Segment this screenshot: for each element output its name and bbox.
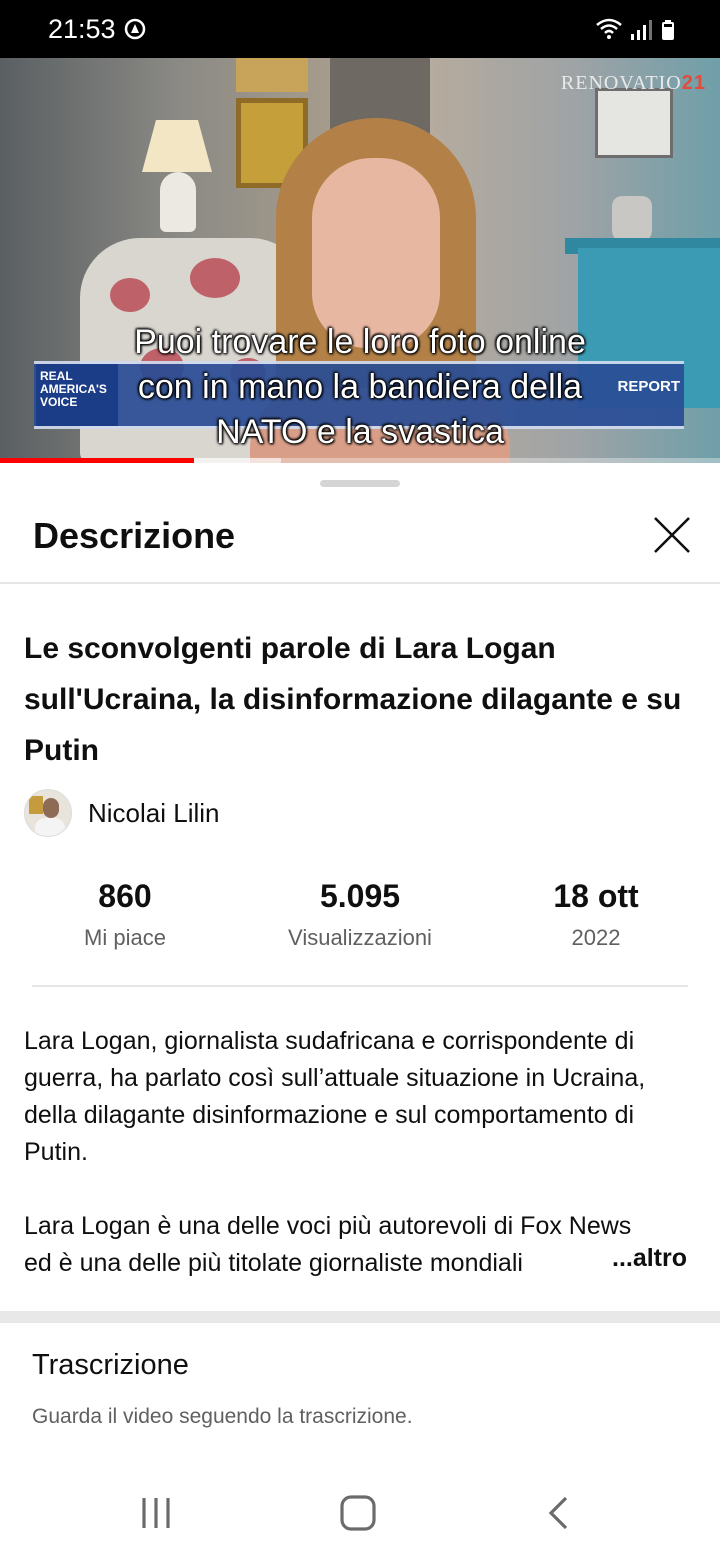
close-icon[interactable]	[646, 509, 698, 561]
stat-label: 2022	[571, 925, 621, 950]
signal-icon	[631, 20, 652, 40]
drag-handle[interactable]	[320, 480, 400, 487]
stat-value: 18 ott	[553, 878, 639, 914]
app-notification-icon	[124, 18, 146, 40]
video-lamp-shade	[142, 120, 212, 172]
status-time: 21:53	[48, 14, 116, 44]
show-more-link[interactable]: ...altro	[608, 1244, 688, 1273]
stats-row: 860 Mi piace 5.095 Visualizzazioni 18 ot…	[0, 878, 720, 958]
section-separator	[0, 1311, 720, 1323]
subtitle-line: Puoi trovare le loro foto online	[134, 323, 586, 361]
video-lamp-base	[160, 172, 196, 232]
stat-date: 18 ott 2022	[516, 878, 676, 951]
description-line: Lara Logan è una delle voci più autorevo…	[24, 1212, 632, 1240]
transcript-subtitle: Guarda il video seguendo la trascrizione…	[32, 1405, 413, 1428]
channel-row[interactable]: Nicolai Lilin	[24, 788, 220, 838]
stat-views: 5.095 Visualizzazioni	[260, 878, 460, 951]
description-paragraph: Lara Logan, giornalista sudafricana e co…	[24, 1027, 646, 1166]
battery-icon	[662, 20, 674, 40]
header-divider	[0, 582, 720, 584]
stat-label: Visualizzazioni	[288, 925, 432, 950]
description-line: ed è una delle più titolate giornaliste …	[24, 1249, 523, 1277]
video-title: Le sconvolgenti parole di Lara Logan sul…	[24, 632, 682, 767]
video-watermark: RENOVATIO21	[560, 72, 706, 94]
back-icon[interactable]	[535, 1490, 585, 1536]
video-player[interactable]: RENOVATIO21 REAL AMERICA'S VOICE REPORT …	[0, 58, 720, 463]
description-sheet: Descrizione Le sconvolgenti parole di La…	[0, 463, 720, 1560]
wifi-icon	[596, 18, 622, 39]
status-bar: 21:53	[0, 0, 720, 58]
stat-label: Mi piace	[84, 925, 166, 950]
home-icon[interactable]	[333, 1490, 383, 1536]
video-pitcher	[612, 196, 652, 244]
stat-value: 860	[98, 878, 152, 914]
sheet-title: Descrizione	[33, 515, 236, 556]
subtitle-line: NATO e la svastica	[216, 413, 504, 451]
recent-apps-icon[interactable]	[131, 1490, 181, 1536]
status-icons	[596, 18, 674, 40]
stat-likes: 860 Mi piace	[45, 878, 205, 951]
transcript-title[interactable]: Trascrizione	[32, 1349, 189, 1382]
stat-value: 5.095	[319, 878, 401, 914]
video-subtitles: Puoi trovare le loro foto online con in …	[0, 320, 720, 455]
avatar[interactable]	[24, 789, 72, 837]
subtitle-line: con in mano la bandiera della	[137, 368, 583, 406]
channel-name[interactable]: Nicolai Lilin	[88, 798, 220, 829]
video-frame-decor	[236, 58, 308, 92]
stats-divider	[32, 985, 688, 987]
navigation-bar	[0, 1466, 720, 1560]
video-picture	[595, 88, 673, 158]
description-text: Lara Logan, giornalista sudafricana e co…	[24, 1023, 700, 1282]
